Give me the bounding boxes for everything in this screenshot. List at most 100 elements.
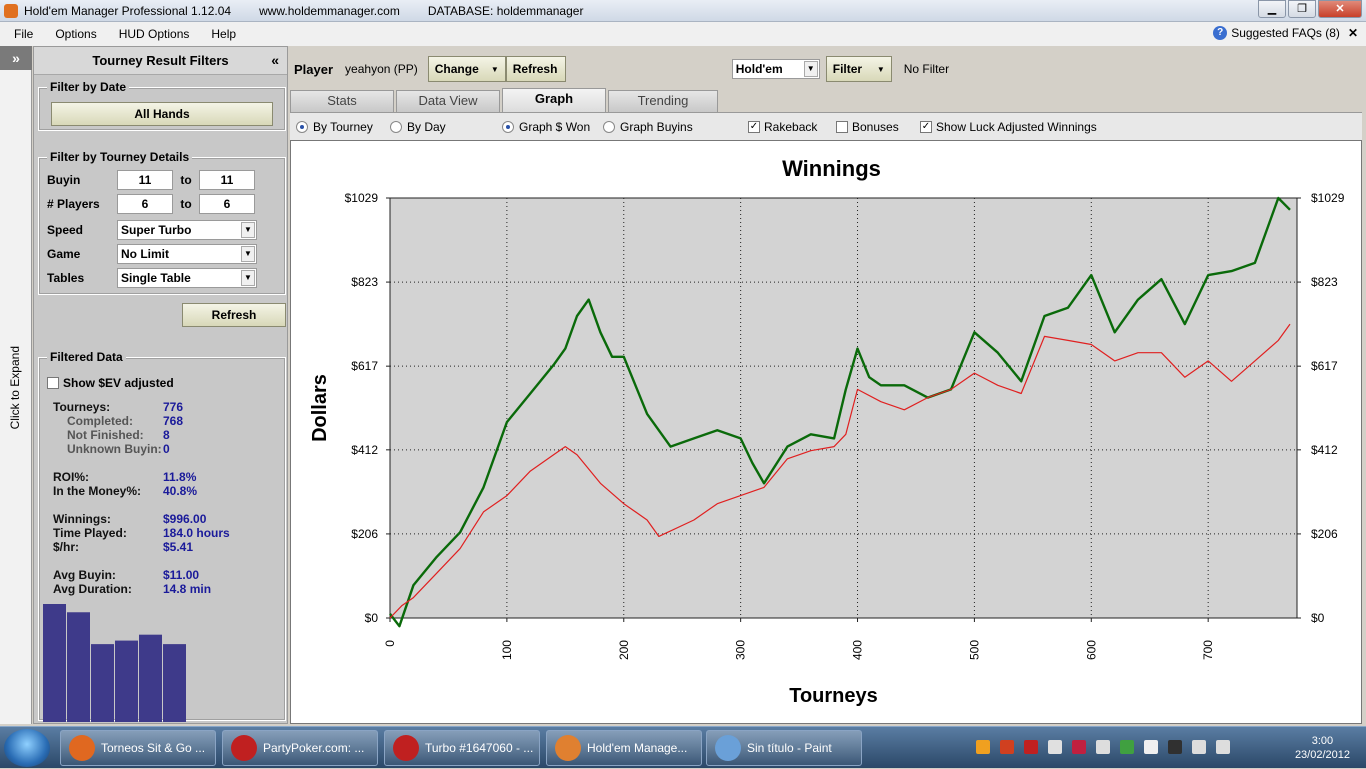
clock-date: 23/02/2012: [1294, 749, 1350, 761]
x-tick-label: 600: [1084, 640, 1098, 660]
filtered-data-row: Tourneys: 776: [53, 400, 183, 414]
y-tick-label: $823: [351, 275, 378, 289]
tab-data-view[interactable]: Data View: [396, 90, 500, 112]
clock[interactable]: 3:00 23/02/2012: [1295, 734, 1350, 762]
chevron-down-icon: ▼: [241, 246, 255, 262]
speed-label: Speed: [47, 223, 84, 237]
bonuses-option[interactable]: Bonuses: [836, 120, 899, 134]
tray-app-icon[interactable]: [1000, 740, 1014, 754]
graph-buyins-option[interactable]: Graph Buyins: [603, 120, 693, 134]
stat-value: 40.8%: [163, 484, 198, 498]
rakeback-checkbox[interactable]: ✓: [748, 121, 760, 133]
filter-label: Filter: [832, 62, 863, 76]
chevron-down-icon: ▼: [241, 270, 255, 286]
player-toolbar: Player yeahyon (PP) Change ▼ Refresh Hold…: [290, 52, 1362, 86]
winnings-chart-area: $0 $0 $206 $206 $412 $412 $617 $617 $823 $823 $102…: [290, 140, 1362, 724]
filter-button[interactable]: Filter ▼: [825, 56, 892, 82]
volume-icon[interactable]: [1216, 740, 1230, 754]
x-axis-label: Tourneys: [789, 685, 878, 707]
luck-checkbox[interactable]: ✓: [920, 121, 932, 133]
menu-options[interactable]: Options: [47, 27, 104, 41]
taskbar: Torneos Sit & Go ... PartyPoker.com: ... T…: [0, 726, 1366, 768]
minimize-icon[interactable]: ▁: [1258, 0, 1286, 18]
tray-app-icon[interactable]: [1072, 740, 1086, 754]
all-hands-button[interactable]: All Hands: [51, 102, 273, 126]
x-tick-label: 700: [1201, 640, 1215, 660]
clock-time: 3:00: [1311, 735, 1334, 747]
filtered-data-row: Not Finished: 8: [53, 428, 170, 442]
tray-app-icon[interactable]: [976, 740, 990, 754]
to-label: to: [180, 197, 192, 211]
tray-app-icon[interactable]: [1096, 740, 1110, 754]
players-to-field[interactable]: 6: [199, 194, 255, 214]
by-day-option[interactable]: By Day: [390, 120, 446, 134]
title-bar: Hold'em Manager Professional 1.12.04 www…: [0, 0, 1366, 22]
speed-select[interactable]: Super Turbo ▼: [117, 220, 257, 240]
menu-file[interactable]: File: [6, 27, 41, 41]
maximize-icon[interactable]: ❐: [1288, 0, 1316, 18]
show-ev-checkbox[interactable]: [47, 377, 59, 389]
y-tick-label-right: $823: [1311, 275, 1338, 289]
filter-by-date-title: Filter by Date: [47, 80, 130, 94]
tray-app-icon[interactable]: [1168, 740, 1182, 754]
by-tourney-radio[interactable]: [296, 121, 308, 133]
game-value: No Limit: [121, 247, 169, 261]
app-icon: [393, 735, 419, 761]
game-select[interactable]: No Limit ▼: [117, 244, 257, 264]
players-from-field[interactable]: 6: [117, 194, 173, 214]
stat-value: 14.8 min: [163, 582, 212, 596]
buyin-from-field[interactable]: 11: [117, 170, 173, 190]
menu-hud-options[interactable]: HUD Options: [111, 27, 198, 41]
refresh-button[interactable]: Refresh: [505, 56, 566, 82]
graph-won-radio[interactable]: [502, 121, 514, 133]
expand-strip[interactable]: » Click to Expand: [0, 46, 32, 724]
tab-stats[interactable]: Stats: [290, 90, 394, 112]
luck-option[interactable]: ✓ Show Luck Adjusted Winnings: [920, 120, 1097, 134]
graph-won-option[interactable]: Graph $ Won: [502, 120, 590, 134]
tab-graph[interactable]: Graph: [502, 88, 606, 112]
expand-chevron-icon[interactable]: »: [0, 46, 32, 70]
tray-app-icon[interactable]: [1024, 740, 1038, 754]
change-button[interactable]: Change ▼: [427, 56, 506, 82]
stat-value: 8: [163, 428, 170, 442]
suggested-faqs[interactable]: ? Suggested FAQs (8) ✕: [1213, 26, 1358, 40]
player-label: Player: [294, 61, 334, 77]
taskbar-item[interactable]: Turbo #1647060 - ...: [384, 730, 540, 766]
by-tourney-label: By Tourney: [313, 120, 373, 134]
by-day-radio[interactable]: [390, 121, 402, 133]
buyin-to-field[interactable]: 11: [199, 170, 255, 190]
refresh-filters-button[interactable]: Refresh: [182, 303, 286, 327]
tab-trending[interactable]: Trending: [608, 90, 718, 112]
taskbar-item[interactable]: PartyPoker.com: ...: [222, 730, 378, 766]
game-type-select[interactable]: Hold'em ▼: [731, 59, 820, 79]
winnings-chart: $0 $0 $206 $206 $412 $412 $617 $617 $823 $823 $102…: [309, 156, 1345, 707]
menu-bar: File Options HUD Options Help: [0, 22, 1366, 46]
taskbar-item-label: Turbo #1647060 - ...: [425, 741, 534, 755]
start-button[interactable]: [4, 729, 50, 767]
by-tourney-option[interactable]: By Tourney: [296, 120, 373, 134]
change-label: Change: [434, 62, 479, 76]
network-icon[interactable]: [1192, 740, 1206, 754]
tables-value: Single Table: [121, 271, 191, 285]
y-tick-label: $0: [365, 611, 379, 625]
click-to-expand-label[interactable]: Click to Expand: [8, 346, 22, 429]
bonuses-checkbox[interactable]: [836, 121, 848, 133]
tables-select[interactable]: Single Table ▼: [117, 268, 257, 288]
filter-by-date-group: Filter by Date All Hands: [38, 80, 286, 131]
taskbar-item[interactable]: Sin título - Paint: [706, 730, 862, 766]
tray-app-icon[interactable]: [1048, 740, 1062, 754]
taskbar-item[interactable]: Torneos Sit & Go ...: [60, 730, 216, 766]
graph-buyins-radio[interactable]: [603, 121, 615, 133]
close-icon[interactable]: ✕: [1348, 26, 1358, 40]
tray-app-icon[interactable]: [1120, 740, 1134, 754]
stat-value: $11.00: [163, 568, 200, 582]
stat-label: Not Finished:: [67, 428, 144, 442]
collapse-icon[interactable]: «: [271, 52, 279, 68]
game-type-value: Hold'em: [735, 62, 783, 76]
tray-app-icon[interactable]: [1144, 740, 1158, 754]
close-icon[interactable]: ✕: [1318, 0, 1362, 18]
tray-icons: [976, 740, 1240, 754]
taskbar-item[interactable]: Hold'em Manage...: [546, 730, 702, 766]
rakeback-option[interactable]: ✓ Rakeback: [748, 120, 817, 134]
menu-help[interactable]: Help: [203, 27, 244, 41]
